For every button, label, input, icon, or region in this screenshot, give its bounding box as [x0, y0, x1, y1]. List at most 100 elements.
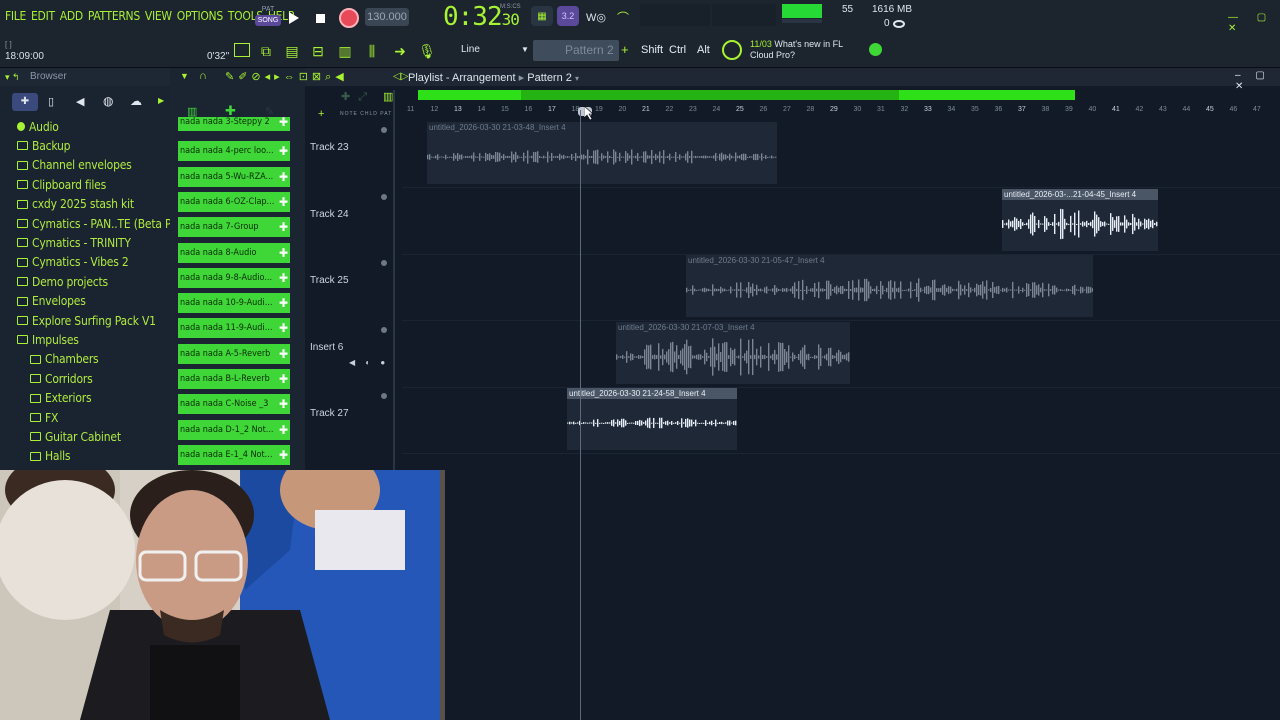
browser-item[interactable]: Audio: [17, 117, 59, 136]
playlist-tools[interactable]: ✎✐⊘◂▸⇔⊡⊠⌕◀: [225, 70, 348, 84]
track-name[interactable]: Insert 6: [310, 342, 343, 353]
typing-keyboard-button[interactable]: ▦: [531, 6, 553, 26]
insert-controls[interactable]: ◀ ◐ ●: [349, 358, 389, 367]
channel-button[interactable]: nada nada 10-9-Audi... ✚: [178, 293, 290, 314]
channel-button[interactable]: nada nada D-1_2 Not... ✚: [178, 419, 290, 440]
channel-button[interactable]: nada nada 6-OZ-Clap... ✚: [178, 191, 290, 212]
record-button[interactable]: [339, 8, 359, 28]
tempo-display[interactable]: 130.000: [365, 8, 409, 26]
channel-options-icon[interactable]: ✚: [279, 293, 288, 313]
channel-button[interactable]: nada nada C-Noise _3 ✚: [178, 394, 290, 415]
playhead-line[interactable]: [580, 110, 581, 720]
track-mute-led[interactable]: [381, 127, 387, 133]
channel-options-icon[interactable]: ✚: [279, 217, 288, 237]
menu-patterns[interactable]: PATTERNS: [88, 9, 140, 23]
alt-modifier[interactable]: Alt: [697, 44, 710, 56]
plugin-tab-icon[interactable]: ◍: [103, 94, 113, 108]
browser-item[interactable]: Impulses: [17, 330, 79, 349]
window-controls[interactable]: — ▢ ✕: [1228, 12, 1280, 34]
pat-song-toggle[interactable]: PAT SONG: [255, 4, 281, 30]
ctrl-modifier[interactable]: Ctrl: [669, 44, 686, 56]
track-name[interactable]: Track 23: [310, 142, 349, 153]
playlist-menu-arrow-icon[interactable]: ▼: [180, 71, 189, 81]
piano-icon[interactable]: ▥: [383, 90, 393, 103]
channel-options-icon[interactable]: ✚: [279, 141, 288, 161]
audio-clip[interactable]: untitled_2026-03-30 21-03-48_Insert 4: [427, 122, 777, 184]
browser-item[interactable]: Corridors: [30, 369, 93, 388]
channel-options-icon[interactable]: ✚: [279, 344, 288, 364]
channel-button[interactable]: nada nada E-1_4 Not... ✚: [178, 444, 290, 465]
add-track-icon[interactable]: +: [318, 108, 324, 120]
channel-options-icon[interactable]: ✚: [279, 167, 288, 187]
channel-options-icon[interactable]: ✚: [279, 420, 288, 440]
track-lane[interactable]: [402, 388, 1280, 454]
browser-item[interactable]: Exteriors: [30, 389, 92, 408]
snap-selector[interactable]: Line: [445, 40, 515, 60]
timeline-ruler[interactable]: 11 12 13 14 15 16 17 18 19 20 21 22 23 24 25 26 27 28 29 30…: [402, 106, 1280, 120]
shift-modifier[interactable]: Shift: [641, 44, 663, 56]
wait-button[interactable]: W◎: [585, 6, 607, 28]
browser-item[interactable]: Halls: [30, 447, 71, 466]
channel-rack-button[interactable]: ▤: [281, 40, 303, 62]
play-button[interactable]: [283, 7, 305, 29]
browser-item[interactable]: Channel envelopes: [17, 156, 132, 175]
next-button[interactable]: ➜: [389, 40, 411, 62]
menu-edit[interactable]: EDIT: [31, 9, 55, 23]
channel-options-icon[interactable]: ✚: [279, 369, 288, 389]
track-mute-led[interactable]: [381, 260, 387, 266]
snap-panel-icon[interactable]: [234, 43, 250, 57]
playlist-pattern[interactable]: Pattern 2: [527, 72, 572, 84]
track-mute-led[interactable]: [381, 326, 387, 333]
track-name[interactable]: Track 24: [310, 209, 349, 220]
channel-options-icon[interactable]: ✚: [279, 192, 288, 212]
audio-clip[interactable]: untitled_2026-03-30 21-24-58_Insert 4: [567, 388, 737, 450]
audio-clip[interactable]: untitled_2026-03-30 21-07-03_Insert 4: [616, 321, 850, 384]
channel-button[interactable]: nada nada 11-9-Audi... ✚: [178, 318, 290, 339]
add-pattern-icon[interactable]: +: [621, 42, 629, 57]
channel-button[interactable]: nada nada 8-Audio ✚: [178, 242, 290, 263]
channel-options-icon[interactable]: ✚: [279, 394, 288, 414]
playlist-view-button[interactable]: ⧉: [255, 40, 277, 62]
browser-item[interactable]: Backup: [17, 136, 71, 155]
track-name[interactable]: Track 25: [310, 275, 349, 286]
browser-item[interactable]: FX: [30, 408, 58, 427]
channel-button[interactable]: nada nada 7-Group ✚: [178, 217, 290, 238]
channel-button[interactable]: nada nada 5-Wu-RZA... ✚: [178, 166, 290, 187]
channel-options-icon[interactable]: ✚: [279, 445, 288, 465]
countdown-button[interactable]: 3.2: [557, 6, 579, 26]
globe-icon[interactable]: [869, 43, 882, 56]
browser-item[interactable]: Explore Surfing Pack V1: [17, 311, 156, 330]
browser-arrows-icon[interactable]: ▾ ↰: [5, 72, 20, 83]
menu-options[interactable]: OPTIONS: [177, 9, 223, 23]
browser-item[interactable]: Guitar Cabinet: [30, 427, 121, 446]
channel-button[interactable]: nada nada 9-8-Audio... ✚: [178, 267, 290, 288]
browser-item[interactable]: Cymatics - PAN..TE (Beta Pack): [17, 214, 193, 233]
track-mute-led[interactable]: [381, 193, 387, 200]
cloud-tab-icon[interactable]: ☁: [130, 94, 142, 108]
channel-options-icon[interactable]: ✚: [279, 117, 288, 128]
playlist-mode-icons[interactable]: ✚⤢: [341, 90, 375, 104]
speaker-tab-icon[interactable]: ◀: [76, 95, 84, 108]
browser-item[interactable]: Cymatics - TRINITY: [17, 233, 131, 252]
file-tab-icon[interactable]: ▯: [48, 95, 54, 108]
chevron-down-icon[interactable]: ▼: [521, 45, 529, 54]
scrollbar-thumb[interactable]: [521, 90, 899, 100]
channel-button[interactable]: nada nada 3-Steppy 2 ✚: [178, 117, 290, 131]
channel-options-icon[interactable]: ✚: [279, 318, 288, 338]
pattern-selector[interactable]: Pattern 2: [533, 40, 619, 61]
chevron-right-icon[interactable]: ▶: [158, 96, 164, 105]
channel-button[interactable]: nada nada A-5-Reverb ✚: [178, 343, 290, 364]
menu-view[interactable]: VIEW: [145, 9, 172, 23]
all-tab-icon[interactable]: ✚: [12, 93, 38, 111]
browser-item[interactable]: Envelopes: [17, 292, 86, 311]
channel-options-icon[interactable]: ✚: [279, 268, 288, 288]
menu-file[interactable]: FILE: [5, 9, 26, 23]
browser-item[interactable]: Cymatics - Vibes 2: [17, 253, 129, 272]
browser-item[interactable]: cxdy 2025 stash kit: [17, 195, 134, 214]
news-icon[interactable]: [722, 40, 742, 60]
playlist-nav-icon[interactable]: ◁▷: [393, 71, 408, 82]
channel-options-icon[interactable]: ✚: [279, 243, 288, 263]
playlist-window-controls[interactable]: – ▢ ✕: [1235, 70, 1280, 92]
piano-roll-button[interactable]: ⊟: [307, 40, 329, 62]
horizontal-scrollbar[interactable]: [418, 90, 1075, 100]
